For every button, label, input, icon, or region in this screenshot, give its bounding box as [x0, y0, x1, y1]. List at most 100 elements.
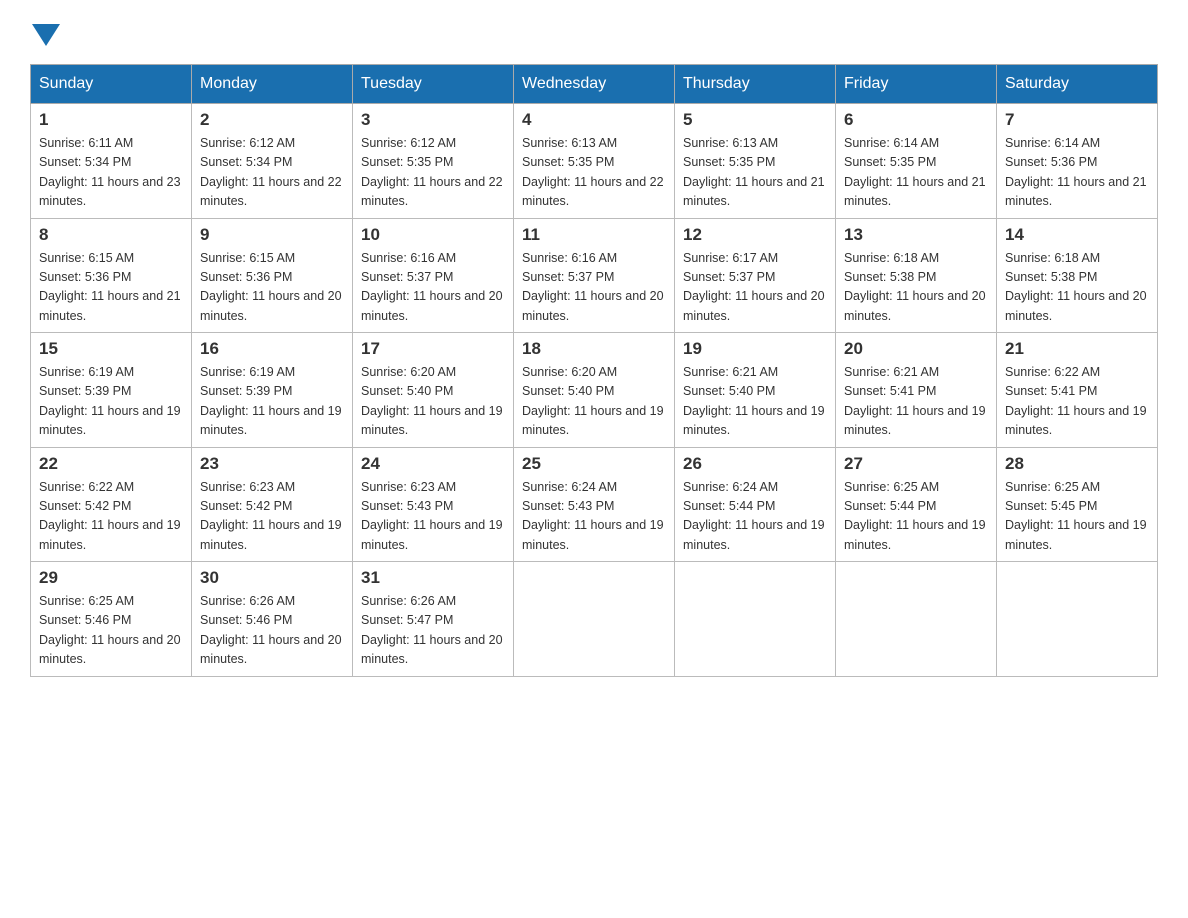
day-info: Sunrise: 6:15 AMSunset: 5:36 PMDaylight:…	[39, 249, 183, 327]
calendar-cell: 29 Sunrise: 6:25 AMSunset: 5:46 PMDayligh…	[31, 562, 192, 677]
day-info: Sunrise: 6:23 AMSunset: 5:43 PMDaylight:…	[361, 478, 505, 556]
day-number: 7	[1005, 110, 1149, 130]
day-number: 27	[844, 454, 988, 474]
weekday-header-tuesday: Tuesday	[353, 65, 514, 104]
calendar-cell: 5Sunrise: 6:13 AMSunset: 5:35 PMDaylight…	[675, 104, 836, 219]
day-number: 9	[200, 225, 344, 245]
calendar-table: SundayMondayTuesdayWednesdayThursdayFrid…	[30, 64, 1158, 677]
calendar-cell: 22 Sunrise: 6:22 AMSunset: 5:42 PMDayligh…	[31, 447, 192, 562]
day-number: 21	[1005, 339, 1149, 359]
calendar-cell: 19 Sunrise: 6:21 AMSunset: 5:40 PMDayligh…	[675, 333, 836, 448]
logo-triangle-icon	[32, 24, 60, 46]
day-number: 17	[361, 339, 505, 359]
calendar-cell: 27Sunrise: 6:25 AMSunset: 5:44 PMDayligh…	[836, 447, 997, 562]
day-info: Sunrise: 6:16 AMSunset: 5:37 PMDaylight:…	[361, 249, 505, 327]
calendar-cell: 13Sunrise: 6:18 AMSunset: 5:38 PMDayligh…	[836, 218, 997, 333]
day-number: 23	[200, 454, 344, 474]
calendar-cell: 20 Sunrise: 6:21 AMSunset: 5:41 PMDayligh…	[836, 333, 997, 448]
day-info: Sunrise: 6:17 AMSunset: 5:37 PMDaylight:…	[683, 249, 827, 327]
day-number: 22	[39, 454, 183, 474]
day-number: 28	[1005, 454, 1149, 474]
weekday-header-monday: Monday	[192, 65, 353, 104]
day-info: Sunrise: 6:24 AMSunset: 5:43 PMDaylight:…	[522, 478, 666, 556]
day-info: Sunrise: 6:13 AMSunset: 5:35 PMDaylight:…	[522, 134, 666, 212]
calendar-body: 1 Sunrise: 6:11 AMSunset: 5:34 PMDaylight…	[31, 104, 1158, 677]
day-info: Sunrise: 6:26 AMSunset: 5:47 PMDaylight:…	[361, 592, 505, 670]
day-info: Sunrise: 6:26 AMSunset: 5:46 PMDaylight:…	[200, 592, 344, 670]
day-number: 29	[39, 568, 183, 588]
day-info: Sunrise: 6:20 AMSunset: 5:40 PMDaylight:…	[361, 363, 505, 441]
day-info: Sunrise: 6:16 AMSunset: 5:37 PMDaylight:…	[522, 249, 666, 327]
day-info: Sunrise: 6:21 AMSunset: 5:41 PMDaylight:…	[844, 363, 988, 441]
calendar-cell: 31 Sunrise: 6:26 AMSunset: 5:47 PMDayligh…	[353, 562, 514, 677]
day-number: 15	[39, 339, 183, 359]
day-number: 31	[361, 568, 505, 588]
calendar-cell	[836, 562, 997, 677]
day-info: Sunrise: 6:18 AMSunset: 5:38 PMDaylight:…	[1005, 249, 1149, 327]
calendar-cell: 28 Sunrise: 6:25 AMSunset: 5:45 PMDayligh…	[997, 447, 1158, 562]
weekday-header-row: SundayMondayTuesdayWednesdayThursdayFrid…	[31, 65, 1158, 104]
day-number: 30	[200, 568, 344, 588]
logo	[30, 20, 60, 44]
calendar-cell: 7 Sunrise: 6:14 AMSunset: 5:36 PMDaylight…	[997, 104, 1158, 219]
calendar-cell: 17 Sunrise: 6:20 AMSunset: 5:40 PMDayligh…	[353, 333, 514, 448]
calendar-cell: 25 Sunrise: 6:24 AMSunset: 5:43 PMDayligh…	[514, 447, 675, 562]
calendar-week-row: 1 Sunrise: 6:11 AMSunset: 5:34 PMDaylight…	[31, 104, 1158, 219]
day-info: Sunrise: 6:15 AMSunset: 5:36 PMDaylight:…	[200, 249, 344, 327]
weekday-header-thursday: Thursday	[675, 65, 836, 104]
day-number: 13	[844, 225, 988, 245]
day-info: Sunrise: 6:13 AMSunset: 5:35 PMDaylight:…	[683, 134, 827, 212]
calendar-week-row: 8 Sunrise: 6:15 AMSunset: 5:36 PMDaylight…	[31, 218, 1158, 333]
calendar-cell: 15 Sunrise: 6:19 AMSunset: 5:39 PMDayligh…	[31, 333, 192, 448]
day-number: 18	[522, 339, 666, 359]
calendar-week-row: 22 Sunrise: 6:22 AMSunset: 5:42 PMDayligh…	[31, 447, 1158, 562]
calendar-cell: 11 Sunrise: 6:16 AMSunset: 5:37 PMDayligh…	[514, 218, 675, 333]
day-info: Sunrise: 6:22 AMSunset: 5:42 PMDaylight:…	[39, 478, 183, 556]
weekday-header-friday: Friday	[836, 65, 997, 104]
calendar-cell	[514, 562, 675, 677]
weekday-header-wednesday: Wednesday	[514, 65, 675, 104]
day-info: Sunrise: 6:14 AMSunset: 5:36 PMDaylight:…	[1005, 134, 1149, 212]
day-info: Sunrise: 6:19 AMSunset: 5:39 PMDaylight:…	[39, 363, 183, 441]
day-info: Sunrise: 6:12 AMSunset: 5:34 PMDaylight:…	[200, 134, 344, 212]
day-number: 11	[522, 225, 666, 245]
day-number: 3	[361, 110, 505, 130]
day-info: Sunrise: 6:24 AMSunset: 5:44 PMDaylight:…	[683, 478, 827, 556]
calendar-cell: 26 Sunrise: 6:24 AMSunset: 5:44 PMDayligh…	[675, 447, 836, 562]
day-info: Sunrise: 6:11 AMSunset: 5:34 PMDaylight:…	[39, 134, 183, 212]
calendar-cell: 18 Sunrise: 6:20 AMSunset: 5:40 PMDayligh…	[514, 333, 675, 448]
calendar-cell: 12Sunrise: 6:17 AMSunset: 5:37 PMDayligh…	[675, 218, 836, 333]
weekday-header-saturday: Saturday	[997, 65, 1158, 104]
weekday-header-sunday: Sunday	[31, 65, 192, 104]
calendar-week-row: 15 Sunrise: 6:19 AMSunset: 5:39 PMDayligh…	[31, 333, 1158, 448]
calendar-cell: 21Sunrise: 6:22 AMSunset: 5:41 PMDayligh…	[997, 333, 1158, 448]
day-number: 4	[522, 110, 666, 130]
calendar-cell: 14Sunrise: 6:18 AMSunset: 5:38 PMDayligh…	[997, 218, 1158, 333]
day-info: Sunrise: 6:25 AMSunset: 5:46 PMDaylight:…	[39, 592, 183, 670]
day-info: Sunrise: 6:23 AMSunset: 5:42 PMDaylight:…	[200, 478, 344, 556]
day-info: Sunrise: 6:19 AMSunset: 5:39 PMDaylight:…	[200, 363, 344, 441]
day-number: 8	[39, 225, 183, 245]
day-number: 1	[39, 110, 183, 130]
day-info: Sunrise: 6:20 AMSunset: 5:40 PMDaylight:…	[522, 363, 666, 441]
calendar-cell: 16 Sunrise: 6:19 AMSunset: 5:39 PMDayligh…	[192, 333, 353, 448]
calendar-cell: 10Sunrise: 6:16 AMSunset: 5:37 PMDayligh…	[353, 218, 514, 333]
day-info: Sunrise: 6:12 AMSunset: 5:35 PMDaylight:…	[361, 134, 505, 212]
calendar-cell: 3 Sunrise: 6:12 AMSunset: 5:35 PMDaylight…	[353, 104, 514, 219]
day-number: 26	[683, 454, 827, 474]
calendar-cell	[997, 562, 1158, 677]
day-info: Sunrise: 6:14 AMSunset: 5:35 PMDaylight:…	[844, 134, 988, 212]
day-info: Sunrise: 6:25 AMSunset: 5:45 PMDaylight:…	[1005, 478, 1149, 556]
day-number: 19	[683, 339, 827, 359]
calendar-cell: 23 Sunrise: 6:23 AMSunset: 5:42 PMDayligh…	[192, 447, 353, 562]
day-number: 6	[844, 110, 988, 130]
calendar-cell: 6 Sunrise: 6:14 AMSunset: 5:35 PMDaylight…	[836, 104, 997, 219]
day-info: Sunrise: 6:21 AMSunset: 5:40 PMDaylight:…	[683, 363, 827, 441]
calendar-cell: 4 Sunrise: 6:13 AMSunset: 5:35 PMDaylight…	[514, 104, 675, 219]
day-number: 25	[522, 454, 666, 474]
day-number: 24	[361, 454, 505, 474]
day-number: 16	[200, 339, 344, 359]
calendar-cell	[675, 562, 836, 677]
calendar-cell: 9 Sunrise: 6:15 AMSunset: 5:36 PMDaylight…	[192, 218, 353, 333]
day-number: 20	[844, 339, 988, 359]
